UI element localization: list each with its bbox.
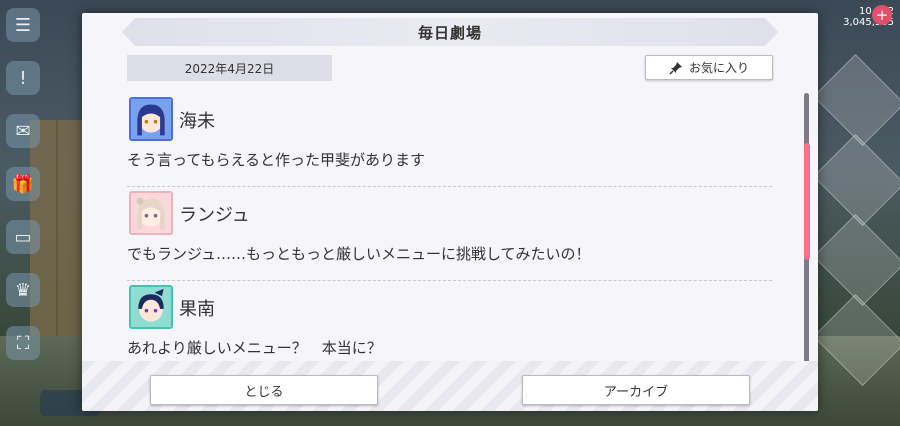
- dialog-title: 毎日劇場: [417, 23, 482, 42]
- dialog-title-bar: 毎日劇場: [122, 18, 778, 46]
- right-menu-tile[interactable]: [813, 214, 900, 306]
- message-item: ランジュ でもランジュ……もっともっと厳しいメニューに挑戦してみたいの！: [127, 187, 772, 281]
- message-list[interactable]: 海未 そう言ってもらえると作った甲斐があります ランジュ でもランジュ……もっと…: [127, 93, 772, 373]
- favorite-button[interactable]: お気に入り: [645, 55, 773, 80]
- fullscreen-icon[interactable]: ⛶: [6, 326, 40, 360]
- right-menu-tile[interactable]: [813, 54, 900, 146]
- avatar-lanzhu: [129, 191, 173, 235]
- message-item: 果南 あれより厳しいメニュー？ 本当に？: [127, 281, 772, 373]
- favorite-label: お気に入り: [688, 61, 749, 75]
- screen-icon[interactable]: ▭: [6, 220, 40, 254]
- character-avatar-icon: [131, 193, 171, 233]
- date-label: 2022年4月22日: [127, 55, 332, 81]
- right-menu-tile[interactable]: [813, 294, 900, 386]
- side-menu: ☰ ! ✉ 🎁 ▭ ♛ ⛶: [6, 8, 42, 379]
- avatar-kanan: [129, 285, 173, 329]
- message-text: でもランジュ……もっともっと厳しいメニューに挑戦してみたいの！: [127, 245, 591, 263]
- menu-icon[interactable]: ☰: [6, 8, 40, 42]
- scrollbar-thumb[interactable]: [804, 143, 810, 260]
- trophy-icon[interactable]: ♛: [6, 273, 40, 307]
- speaker-name: 海未: [179, 111, 215, 132]
- message-item: 海未 そう言ってもらえると作った甲斐があります: [127, 93, 772, 187]
- character-avatar-icon: [131, 99, 171, 139]
- character-avatar-icon: [131, 287, 171, 327]
- speaker-name: ランジュ: [179, 205, 250, 226]
- close-button[interactable]: とじる: [150, 375, 378, 405]
- message-text: あれより厳しいメニュー？ 本当に？: [127, 339, 382, 357]
- mission-icon[interactable]: ✉: [6, 114, 40, 148]
- notice-icon[interactable]: !: [6, 61, 40, 95]
- speaker-name: 果南: [179, 299, 215, 320]
- archive-button[interactable]: アーカイブ: [522, 375, 750, 405]
- add-currency-button[interactable]: +: [872, 5, 892, 25]
- avatar-umi: [129, 97, 173, 141]
- right-menu: [813, 54, 900, 386]
- daily-theater-dialog: 毎日劇場 2022年4月22日 お気に入り 海未 そう言ってもらえると作った甲斐…: [82, 13, 818, 411]
- gift-icon[interactable]: 🎁: [6, 167, 40, 201]
- message-text: そう言ってもらえると作った甲斐があります: [127, 151, 426, 169]
- right-menu-tile[interactable]: [813, 134, 900, 226]
- pin-icon: [669, 61, 682, 75]
